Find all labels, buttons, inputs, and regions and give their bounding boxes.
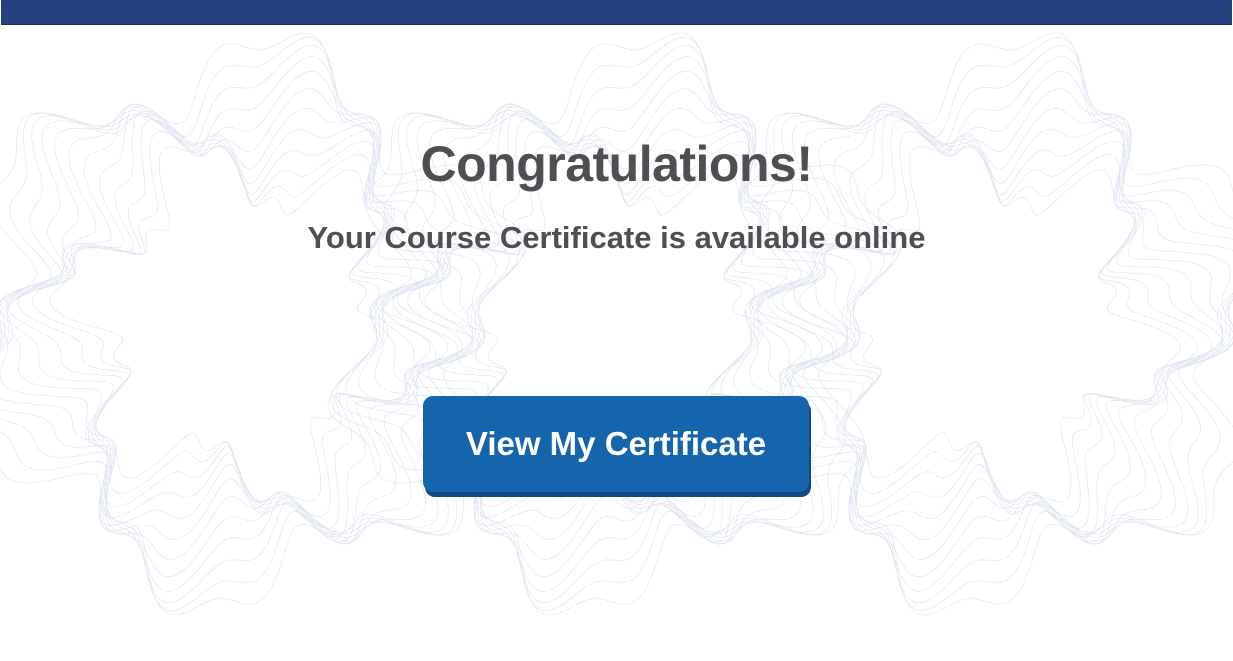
guilloche-background-pattern [0, 32, 1233, 616]
header-bar [1, 0, 1232, 25]
page-title: Congratulations! [420, 136, 813, 192]
certificate-page: Congratulations! Your Course Certificate… [0, 0, 1233, 661]
page-subtitle: Your Course Certificate is available onl… [307, 220, 926, 255]
view-certificate-button[interactable]: View My Certificate [423, 396, 809, 492]
